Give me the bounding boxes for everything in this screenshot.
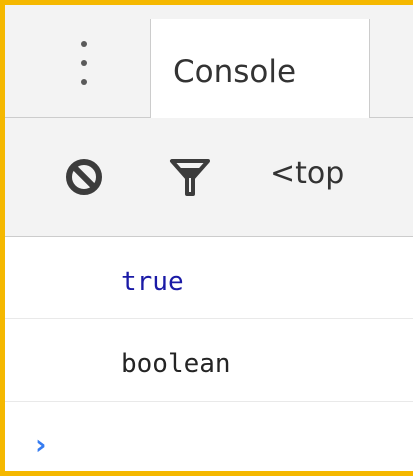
tab-console-label: Console — [173, 54, 297, 90]
kebab-menu-icon[interactable] — [73, 33, 95, 93]
kebab-dot — [81, 41, 87, 47]
console-messages: true boolean › — [5, 237, 413, 471]
kebab-dot — [81, 60, 87, 66]
clear-console-icon[interactable] — [63, 156, 105, 198]
devtools-tab-bar: Console — [5, 5, 413, 118]
console-message: true — [5, 237, 413, 319]
kebab-dot — [81, 79, 87, 85]
context-selector[interactable]: <top — [270, 156, 344, 191]
message-value: boolean — [121, 349, 231, 379]
tab-console[interactable]: Console — [150, 19, 370, 118]
filter-icon[interactable] — [169, 156, 211, 198]
devtools-panel: Console <top true boolean › — [0, 0, 413, 476]
prompt-chevron-icon: › — [35, 428, 47, 461]
console-prompt: › — [5, 402, 413, 471]
console-input[interactable] — [65, 420, 405, 464]
message-value: true — [121, 267, 184, 297]
console-message: boolean — [5, 319, 413, 402]
console-toolbar: <top — [5, 118, 413, 237]
